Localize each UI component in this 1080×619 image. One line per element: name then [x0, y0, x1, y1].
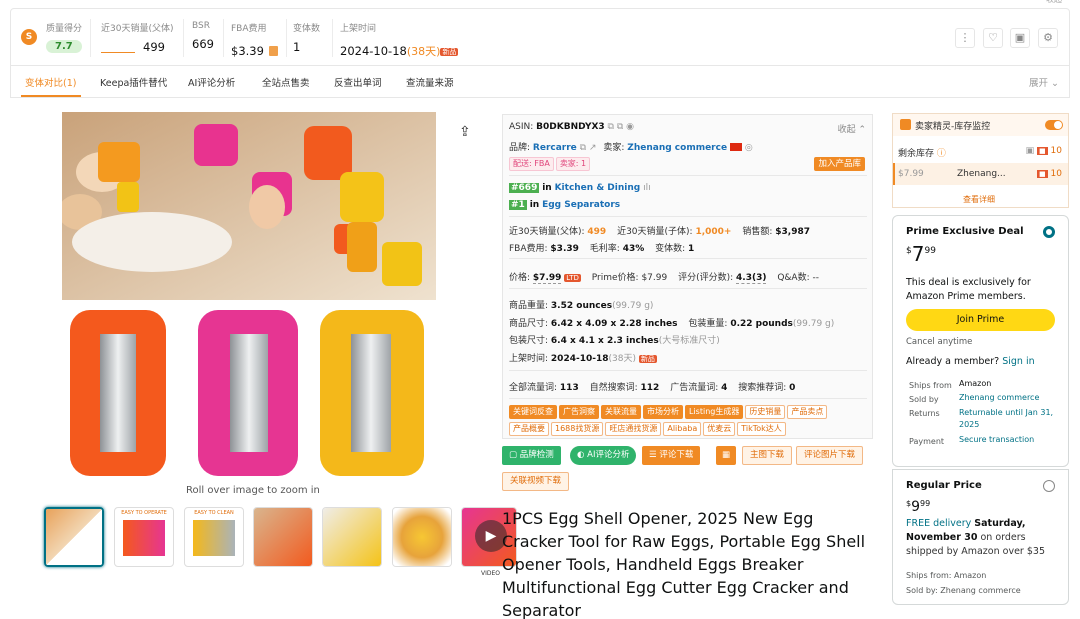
- screenshot-icon[interactable]: ▣: [1010, 28, 1030, 48]
- brand-check-button[interactable]: ▢ 品牌检测: [502, 446, 561, 465]
- review-download-button[interactable]: ☰ 评论下载: [642, 446, 701, 465]
- free-delivery-link[interactable]: FREE delivery: [906, 518, 971, 529]
- regular-price-radio[interactable]: [1043, 480, 1055, 492]
- help-icon[interactable]: ⓘ: [937, 149, 946, 159]
- more-icon[interactable]: ⋮: [955, 28, 975, 48]
- tool-wangdiantong[interactable]: 旺店通找货源: [605, 422, 662, 436]
- thumbnail-4[interactable]: [253, 507, 313, 567]
- thumbnail-3[interactable]: EASY TO CLEAN: [184, 507, 244, 567]
- seller-sprite-logo-icon: S: [21, 29, 37, 45]
- main-image-download-button[interactable]: 主图下载: [742, 446, 793, 465]
- china-flag-icon: [729, 143, 742, 151]
- product-title: 1PCS Egg Shell Opener, 2025 New Egg Crac…: [502, 509, 866, 619]
- related-video-download-button[interactable]: 关联视频下载: [502, 472, 570, 491]
- video-label: VIDEO: [481, 570, 501, 577]
- tool-youmaiyun[interactable]: 优麦云: [703, 422, 736, 436]
- launch-metric: 上架时间 2024-10-18(38天) 新品: [340, 24, 459, 58]
- thumbnail-6[interactable]: [392, 507, 452, 567]
- fba-metric: FBA费用 $3.39: [231, 21, 279, 59]
- settings-icon[interactable]: ⚙: [1038, 28, 1058, 48]
- returns-link[interactable]: Returnable until Jan 31, 2025: [959, 407, 1059, 431]
- tab-variant-compare[interactable]: 变体对比(1): [25, 75, 76, 89]
- product-data-panel: ASIN: B0DKBNDYX3 ⧉ ⧉ ◉ 收起 ⌃ 品牌: Rercarre…: [502, 114, 873, 439]
- tool-ad-insight[interactable]: 广告洞察: [559, 405, 599, 419]
- join-prime-button[interactable]: Join Prime: [906, 309, 1055, 331]
- tab-keepa[interactable]: Keepa插件替代: [100, 75, 167, 89]
- payment-link[interactable]: Secure transaction: [959, 435, 1034, 444]
- calculator-icon[interactable]: [269, 46, 279, 56]
- collapse-link[interactable]: 收起 ⌃: [838, 122, 866, 135]
- brand-link[interactable]: Rercarre: [533, 143, 577, 153]
- regular-price-box: Regular Price $999 FREE delivery Saturda…: [892, 469, 1069, 605]
- active-tab-underline: [21, 95, 81, 97]
- product-image-graphic: [62, 112, 436, 476]
- tool-links-row-1: 关键词反查 广告洞察 关联流量 市场分析 Listing生成器 历史销量 产品卖点: [509, 405, 829, 419]
- add-to-library-button[interactable]: 加入产品库: [814, 157, 865, 171]
- tool-tiktok[interactable]: TikTok达人: [737, 422, 786, 436]
- asin-value[interactable]: B0DKBNDYX3: [536, 122, 605, 132]
- tool-product-summary[interactable]: 产品概要: [509, 422, 549, 436]
- sales-sparkline: [101, 51, 135, 53]
- regular-price-value: $999: [906, 499, 931, 515]
- calculator-button[interactable]: ▦: [716, 446, 736, 465]
- prime-deal-radio[interactable]: [1043, 226, 1055, 238]
- seller-link[interactable]: Zhenang commerce: [627, 143, 727, 153]
- tool-keyword-reverse[interactable]: 关键词反查: [509, 405, 557, 419]
- tab-all-sites[interactable]: 全站点售卖: [262, 75, 310, 89]
- tool-1688[interactable]: 1688找货源: [551, 422, 604, 436]
- prime-deal-box: Prime Exclusive Deal $799 This deal is e…: [892, 215, 1069, 467]
- tab-ai-review[interactable]: AI评论分析: [188, 75, 235, 89]
- bsr-metric: BSR 669: [192, 21, 214, 51]
- review-image-download-button[interactable]: 评论图片下载: [796, 446, 864, 465]
- bar-chart-icon[interactable]: ılı: [643, 183, 651, 193]
- category-kitchen-link[interactable]: Kitchen & Dining: [555, 183, 641, 193]
- tool-related-traffic[interactable]: 关联流量: [601, 405, 641, 419]
- sold-by-link[interactable]: Zhenang commerce: [959, 393, 1039, 402]
- tab-traffic-source[interactable]: 查流量来源: [406, 75, 454, 89]
- sales30-parent: 近30天销量(父体) 499: [101, 24, 174, 54]
- collapse-link-truncated[interactable]: 收起: [1046, 0, 1062, 5]
- main-product-image[interactable]: [62, 112, 436, 476]
- category-egg-link[interactable]: Egg Separators: [542, 200, 620, 210]
- tab-reverse-keywords[interactable]: 反查出单词: [334, 75, 382, 89]
- ai-review-button[interactable]: ◐ AI评论分析: [570, 446, 637, 465]
- metrics-bar: S 质量得分 7.7 近30天销量(父体) 499 BSR 669 FBA费用 …: [10, 8, 1070, 66]
- tool-alibaba[interactable]: Alibaba: [663, 422, 702, 436]
- copy-icon[interactable]: ⧉ ⧉ ◉: [608, 122, 634, 132]
- tool-selling-points[interactable]: 产品卖点: [787, 405, 828, 419]
- view-details-link[interactable]: 查看详细: [963, 194, 995, 205]
- quality-score: 质量得分 7.7: [46, 24, 83, 53]
- inventory-monitor: 卖家精灵-库存监控 剩余库存 ⓘ ▣ ■ 10 $7.99 Zhenang...…: [892, 113, 1069, 208]
- tool-market-analysis[interactable]: 市场分析: [643, 405, 683, 419]
- thumbnail-1[interactable]: [44, 507, 104, 567]
- monitor-toggle[interactable]: [1045, 120, 1063, 130]
- thumbnail-2[interactable]: EASY TO OPERATE: [114, 507, 174, 567]
- new-badge: 新品: [440, 48, 459, 56]
- tool-history-sales[interactable]: 历史销量: [745, 405, 786, 419]
- camera-icon[interactable]: ▣: [1026, 146, 1035, 156]
- heart-icon[interactable]: ♡: [983, 28, 1003, 48]
- tab-bar: 变体对比(1) Keepa插件替代 AI评论分析 全站点售卖 反查出单词 查流量…: [10, 66, 1070, 98]
- thumbnail-5[interactable]: [322, 507, 382, 567]
- seller-sprite-small-icon: [900, 119, 911, 130]
- tool-links-row-2: 产品概要 1688找货源 旺店通找货源 Alibaba 优麦云 TikTok达人: [509, 422, 788, 436]
- prime-deal-price: $799: [906, 242, 936, 266]
- expand-toggle[interactable]: 展开 ⌄: [1029, 75, 1059, 89]
- quality-score-badge: 7.7: [46, 40, 82, 53]
- tool-listing-generator[interactable]: Listing生成器: [685, 405, 744, 419]
- variants-metric: 变体数 1: [293, 24, 321, 54]
- sign-in-link[interactable]: Sign in: [1002, 356, 1034, 367]
- share-icon[interactable]: ⇪: [459, 124, 471, 140]
- zoom-hint: Roll over image to zoom in: [186, 485, 320, 496]
